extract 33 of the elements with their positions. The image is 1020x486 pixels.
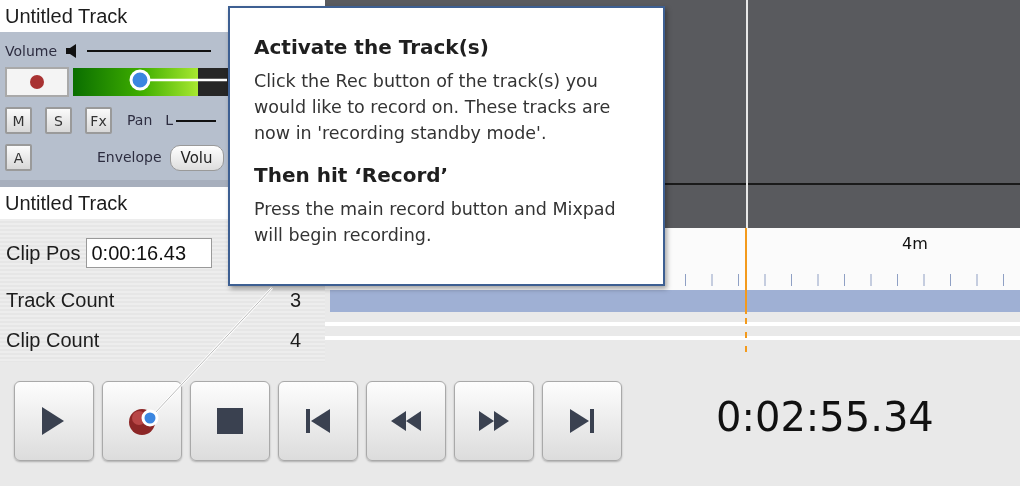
info-value: 3 [289,288,301,313]
ruler-label: 4m [902,233,928,255]
skip-forward-button[interactable] [542,381,622,461]
info-label: Clip Pos [6,241,81,266]
track-toggle-button[interactable]: M [5,107,32,134]
pan-label: Pan [127,111,153,130]
stop-button[interactable] [190,381,270,461]
record-button[interactable] [102,381,182,461]
time-display: 0:02:55.34 [716,393,934,442]
record-icon [30,75,44,89]
volume-label: Volume [5,41,58,61]
tooltip-heading: Activate the Track(s) [254,34,490,61]
tooltip-text: Press the main record button and Mixpad will begin recording. [254,198,617,247]
envelope-dropdown[interactable]: Volu [169,144,224,171]
info-label: Track Count [6,288,115,313]
track-title: Untitled Track [5,192,128,214]
fast-forward-button[interactable] [454,381,534,461]
stop-icon [214,405,246,437]
info-label: Clip Count [6,328,100,353]
play-button[interactable] [14,381,94,461]
info-value: 4 [289,328,301,353]
tooltip-text: Click the Rec button of the track(s) you would like to record on. These tracks are now in 'recording standby mode'. [254,70,612,145]
track-title: Untitled Track [5,5,128,27]
skip-back-button[interactable] [278,381,358,461]
record-arm-button[interactable] [5,67,69,97]
track-toggle-button[interactable]: Fx [85,107,112,134]
envelope-label: Envelope [97,148,162,167]
tooltip-heading: Then hit ‘Record’ [254,162,450,189]
pan-left-label: L [165,111,174,130]
track-toggle-button[interactable]: S [45,107,72,134]
rewind-button[interactable] [366,381,446,461]
clip-position-field[interactable]: 0:00:16.43 [86,238,213,268]
automation-button[interactable]: A [5,144,32,171]
